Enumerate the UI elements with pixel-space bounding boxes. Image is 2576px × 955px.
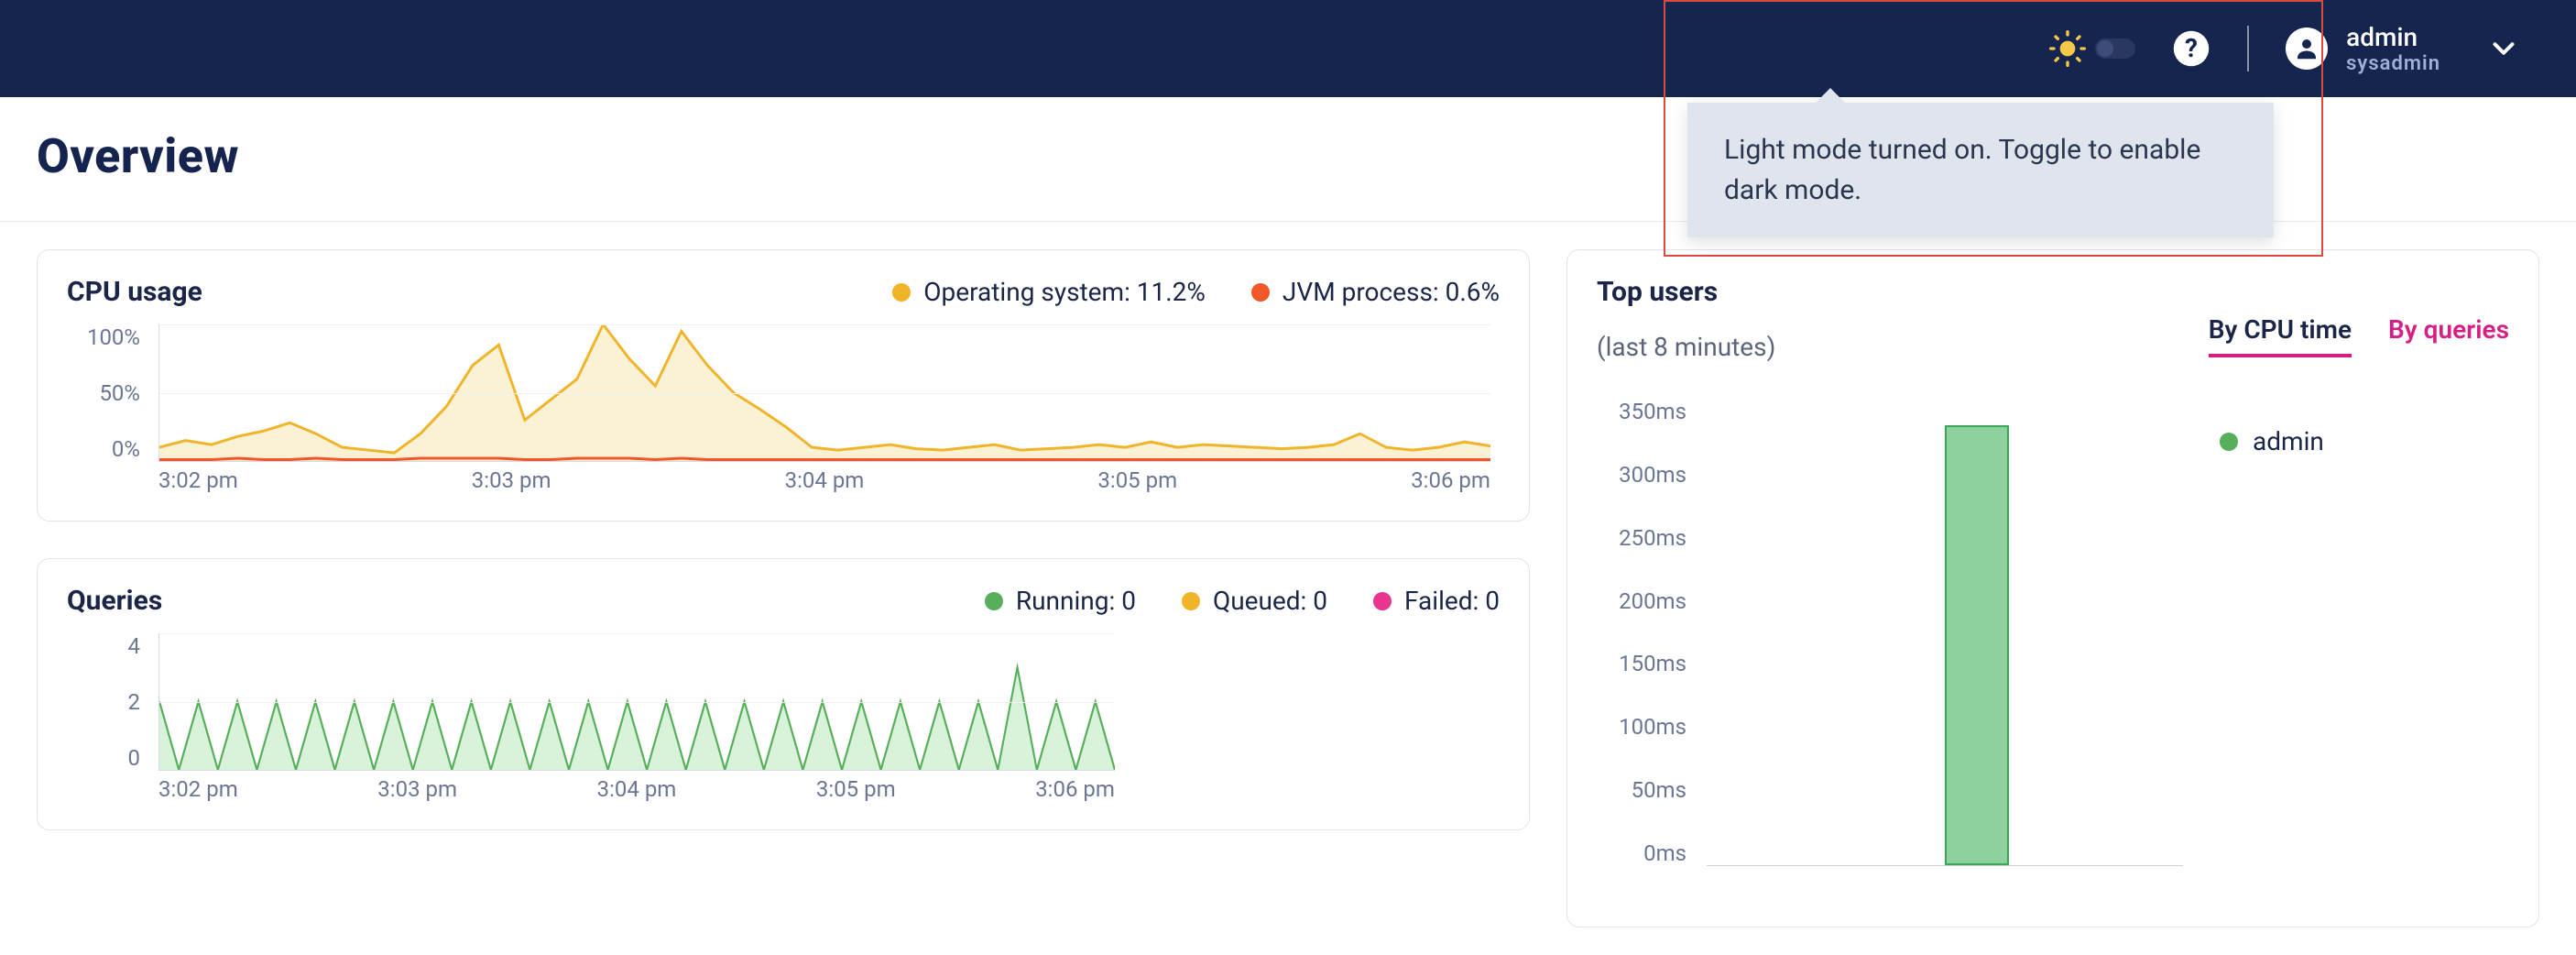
help-icon: ? — [2172, 29, 2210, 68]
svg-text:?: ? — [2185, 33, 2198, 63]
chevron-down-icon — [2459, 31, 2521, 66]
y-tick: 0ms — [1643, 840, 1686, 866]
user-name: admin — [2346, 22, 2440, 52]
dot-icon — [2220, 433, 2238, 451]
cpu-legend-jvm: JVM process: 0.6% — [1251, 277, 1500, 307]
tab-by-queries[interactable]: By queries — [2388, 314, 2509, 357]
y-tick: 150ms — [1619, 651, 1686, 676]
y-tick: 50% — [99, 380, 140, 406]
users-card-subtitle: (last 8 minutes) — [1597, 332, 1775, 362]
queries-legend-running: Running: 0 — [985, 586, 1136, 616]
dot-icon — [985, 592, 1003, 610]
queries-card: Queries Running: 0 Queued: 0 Failed: 0 — [37, 558, 1530, 830]
x-tick: 3:05 pm — [816, 776, 896, 807]
theme-toggle[interactable] — [2049, 30, 2135, 67]
queries-chart: 4 2 0 3:02 pm 3:03 pm 3:04 pm 3:05 pm 3:… — [67, 624, 1500, 807]
user-menu[interactable]: admin sysadmin — [2286, 22, 2521, 75]
theme-tooltip: Light mode turned on. Toggle to enable d… — [1687, 103, 2274, 237]
users-legend: admin — [2220, 426, 2324, 456]
y-tick: 0 — [128, 745, 141, 771]
users-chart: 350ms 300ms 250ms 200ms 150ms 100ms 50ms… — [1597, 399, 2509, 875]
top-nav: ? admin sysadmin — [0, 0, 2576, 97]
y-tick: 350ms — [1619, 399, 1686, 424]
dot-icon — [892, 283, 911, 302]
y-tick: 250ms — [1619, 525, 1686, 551]
x-tick: 3:04 pm — [785, 467, 865, 499]
tab-by-cpu-time[interactable]: By CPU time — [2209, 314, 2352, 357]
cpu-legend: Operating system: 11.2% JVM process: 0.6… — [892, 277, 1500, 307]
queries-legend: Running: 0 Queued: 0 Failed: 0 — [985, 586, 1500, 616]
y-tick: 2 — [128, 689, 141, 715]
user-bar[interactable] — [1945, 425, 2009, 865]
dot-icon — [1182, 592, 1200, 610]
y-tick: 100% — [87, 324, 140, 350]
x-tick: 3:05 pm — [1097, 467, 1177, 499]
users-legend-label: admin — [2253, 426, 2324, 456]
help-button[interactable]: ? — [2172, 29, 2210, 68]
x-tick: 3:03 pm — [472, 467, 551, 499]
y-tick: 0% — [112, 436, 140, 462]
users-tabs: By CPU time By queries — [2209, 314, 2509, 357]
dashboard-body: CPU usage Operating system: 11.2% JVM pr… — [0, 222, 2576, 955]
x-tick: 3:04 pm — [597, 776, 677, 807]
sun-icon — [2049, 30, 2086, 67]
avatar-icon — [2286, 27, 2328, 70]
cpu-chart: 100% 50% 0% 3:02 pm 3:03 pm 3:04 pm 3:05… — [67, 315, 1500, 499]
x-tick: 3:06 pm — [1035, 776, 1115, 807]
y-tick: 50ms — [1632, 777, 1686, 803]
cpu-legend-os: Operating system: 11.2% — [892, 277, 1206, 307]
users-plot — [1707, 399, 2183, 866]
queries-legend-failed: Failed: 0 — [1373, 586, 1500, 616]
cpu-usage-card: CPU usage Operating system: 11.2% JVM pr… — [37, 249, 1530, 521]
x-tick: 3:02 pm — [158, 776, 238, 807]
cpu-card-title: CPU usage — [67, 276, 202, 308]
x-tick: 3:02 pm — [158, 467, 238, 499]
y-tick: 4 — [128, 633, 141, 659]
users-card-title: Top users — [1597, 276, 1775, 308]
x-tick: 3:06 pm — [1411, 467, 1490, 499]
y-tick: 300ms — [1619, 462, 1686, 488]
queries-legend-queued: Queued: 0 — [1182, 586, 1327, 616]
x-tick: 3:03 pm — [377, 776, 457, 807]
top-users-card: Top users (last 8 minutes) By CPU time B… — [1566, 249, 2539, 928]
y-tick: 100ms — [1619, 714, 1686, 740]
y-tick: 200ms — [1619, 588, 1686, 614]
nav-separator — [2247, 26, 2249, 71]
user-role: sysadmin — [2346, 52, 2440, 75]
queries-card-title: Queries — [67, 585, 162, 617]
dot-icon — [1251, 283, 1270, 302]
toggle-pill[interactable] — [2095, 38, 2135, 59]
dot-icon — [1373, 592, 1392, 610]
